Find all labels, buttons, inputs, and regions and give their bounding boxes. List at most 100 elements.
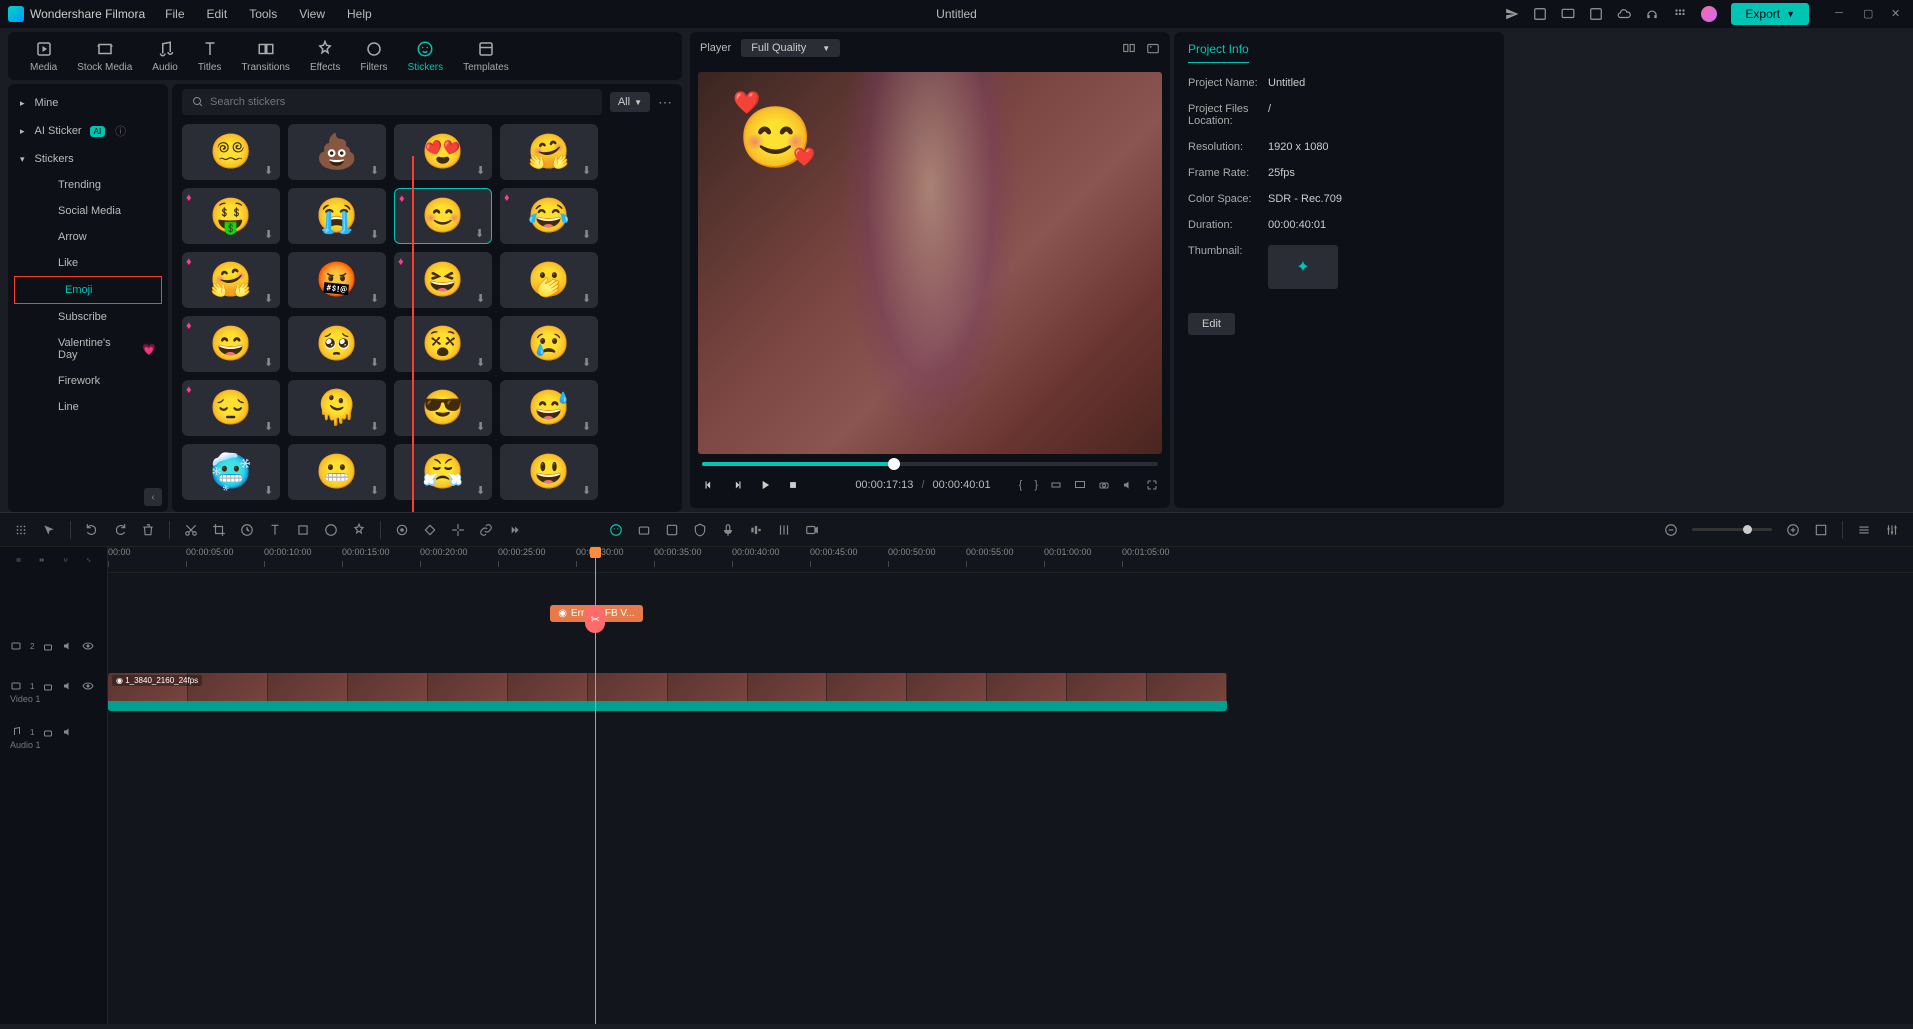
- download-icon[interactable]: ⬇: [370, 292, 382, 304]
- link-track-icon[interactable]: [86, 554, 91, 566]
- track-video2[interactable]: ◉Err ojis FB V...: [108, 623, 1913, 669]
- mic-icon[interactable]: [721, 523, 735, 537]
- sticker-item[interactable]: 🤑♦⬇: [182, 188, 280, 244]
- sticker-item[interactable]: 😆♦⬇: [394, 252, 492, 308]
- export-button[interactable]: Export▼: [1731, 3, 1809, 25]
- headphones-icon[interactable]: [1645, 7, 1659, 21]
- menu-edit[interactable]: Edit: [207, 7, 228, 21]
- track-control-audio1[interactable]: 1 Audio 1: [0, 715, 107, 761]
- sticker-item[interactable]: 😎⬇: [394, 380, 492, 436]
- display-icon[interactable]: [1074, 479, 1086, 491]
- download-icon[interactable]: ⬇: [582, 164, 594, 176]
- download-icon[interactable]: ⬇: [264, 164, 276, 176]
- tab-filters[interactable]: Filters: [350, 40, 397, 73]
- shield-icon[interactable]: [693, 523, 707, 537]
- sparkle-icon[interactable]: [451, 523, 465, 537]
- volume-icon[interactable]: [1122, 479, 1134, 491]
- image-icon[interactable]: [1589, 7, 1603, 21]
- next-frame-icon[interactable]: [730, 478, 744, 492]
- zoom-in-icon[interactable]: [1786, 523, 1800, 537]
- download-icon[interactable]: ⬇: [264, 292, 276, 304]
- user-avatar-icon[interactable]: [1701, 6, 1717, 22]
- download-icon[interactable]: ⬇: [582, 228, 594, 240]
- sidebar-ai-sticker[interactable]: ▸AI StickerAIⓘ: [8, 116, 168, 146]
- sticker-item[interactable]: 😄♦⬇: [182, 316, 280, 372]
- fullscreen-icon[interactable]: [1146, 479, 1158, 491]
- video-clip[interactable]: ◉ 1_3840_2160_24fps: [108, 673, 1227, 711]
- sidebar-arrow[interactable]: Arrow: [8, 224, 168, 250]
- track-control-video2[interactable]: 2: [0, 623, 107, 669]
- effect-icon[interactable]: [352, 523, 366, 537]
- sticker-item[interactable]: 😊♦⬇: [394, 188, 492, 244]
- snapshot-icon[interactable]: [1146, 41, 1160, 55]
- grid-icon[interactable]: [1673, 7, 1687, 21]
- sidebar-social-media[interactable]: Social Media: [8, 198, 168, 224]
- sticker-item[interactable]: 🥶⬇: [182, 444, 280, 500]
- tab-stock-media[interactable]: Stock Media: [67, 40, 142, 73]
- sticker-item[interactable]: 💩⬇: [288, 124, 386, 180]
- sidebar-trending[interactable]: Trending: [8, 172, 168, 198]
- sticker-item[interactable]: 🤬⬇: [288, 252, 386, 308]
- sticker-item[interactable]: 😵‍💫⬇: [182, 124, 280, 180]
- camera-icon[interactable]: [1098, 479, 1110, 491]
- scrubber[interactable]: [702, 462, 1158, 466]
- maximize-icon[interactable]: ▢: [1863, 7, 1877, 21]
- download-icon[interactable]: ⬇: [370, 356, 382, 368]
- stop-icon[interactable]: [786, 478, 800, 492]
- track-audio1[interactable]: [108, 715, 1913, 761]
- download-icon[interactable]: ⬇: [370, 228, 382, 240]
- sidebar-mine[interactable]: ▸Mine: [8, 90, 168, 116]
- monitor-icon[interactable]: [1561, 7, 1575, 21]
- sticker-item[interactable]: 🤗♦⬇: [182, 252, 280, 308]
- tab-transitions[interactable]: Transitions: [231, 40, 300, 73]
- sticker-item[interactable]: 😵⬇: [394, 316, 492, 372]
- mixer-icon[interactable]: [777, 523, 791, 537]
- menu-tools[interactable]: Tools: [249, 7, 277, 21]
- download-icon[interactable]: ⬇: [582, 484, 594, 496]
- sidebar-like[interactable]: Like: [8, 250, 168, 276]
- sticker-item[interactable]: 😤⬇: [394, 444, 492, 500]
- download-icon[interactable]: ⬇: [370, 484, 382, 496]
- minimize-icon[interactable]: ─: [1835, 7, 1849, 21]
- sticker-item[interactable]: 😭⬇: [288, 188, 386, 244]
- menu-view[interactable]: View: [299, 7, 325, 21]
- track-video1[interactable]: ◉ 1_3840_2160_24fps: [108, 669, 1913, 715]
- zoom-out-icon[interactable]: [1664, 523, 1678, 537]
- crop-icon[interactable]: [212, 523, 226, 537]
- sticker-item[interactable]: 🫠⬇: [288, 380, 386, 436]
- filter-all-button[interactable]: All▼: [610, 92, 650, 112]
- download-icon[interactable]: ⬇: [264, 420, 276, 432]
- cut-marker-icon[interactable]: ✂: [585, 605, 605, 633]
- more-options-icon[interactable]: ⋯: [658, 94, 672, 111]
- mark-in-icon[interactable]: {: [1019, 479, 1023, 491]
- marker-icon[interactable]: [395, 523, 409, 537]
- delete-icon[interactable]: [141, 523, 155, 537]
- download-icon[interactable]: ⬇: [476, 484, 488, 496]
- tab-audio[interactable]: Audio: [142, 40, 188, 73]
- sidebar-valentines[interactable]: Valentine's Day💗: [8, 330, 168, 368]
- zoom-slider[interactable]: [1692, 528, 1772, 531]
- select-tool-icon[interactable]: [42, 523, 56, 537]
- keyframe-icon[interactable]: [423, 523, 437, 537]
- sticker-item[interactable]: 😂♦⬇: [500, 188, 598, 244]
- sticker-item[interactable]: 😔♦⬇: [182, 380, 280, 436]
- close-icon[interactable]: ✕: [1891, 7, 1905, 21]
- color-icon[interactable]: [324, 523, 338, 537]
- download-icon[interactable]: ⬇: [264, 484, 276, 496]
- cut-icon[interactable]: [184, 523, 198, 537]
- redo-icon[interactable]: [113, 523, 127, 537]
- download-icon[interactable]: ⬇: [582, 356, 594, 368]
- tab-stickers[interactable]: Stickers: [398, 40, 454, 73]
- download-icon[interactable]: ⬇: [582, 420, 594, 432]
- download-icon[interactable]: ⬇: [476, 164, 488, 176]
- track-control-video1[interactable]: 1 Video 1: [0, 669, 107, 715]
- mask-tool-icon[interactable]: [665, 523, 679, 537]
- clip-icon[interactable]: [1050, 479, 1062, 491]
- download-icon[interactable]: ⬇: [476, 420, 488, 432]
- sidebar-stickers[interactable]: ▾Stickers: [8, 146, 168, 172]
- download-icon[interactable]: ⬇: [264, 356, 276, 368]
- crop2-icon[interactable]: [296, 523, 310, 537]
- download-icon[interactable]: ⬇: [475, 227, 487, 239]
- smile-tool-icon[interactable]: [609, 523, 623, 537]
- collapse-sidebar-icon[interactable]: ‹: [144, 488, 162, 506]
